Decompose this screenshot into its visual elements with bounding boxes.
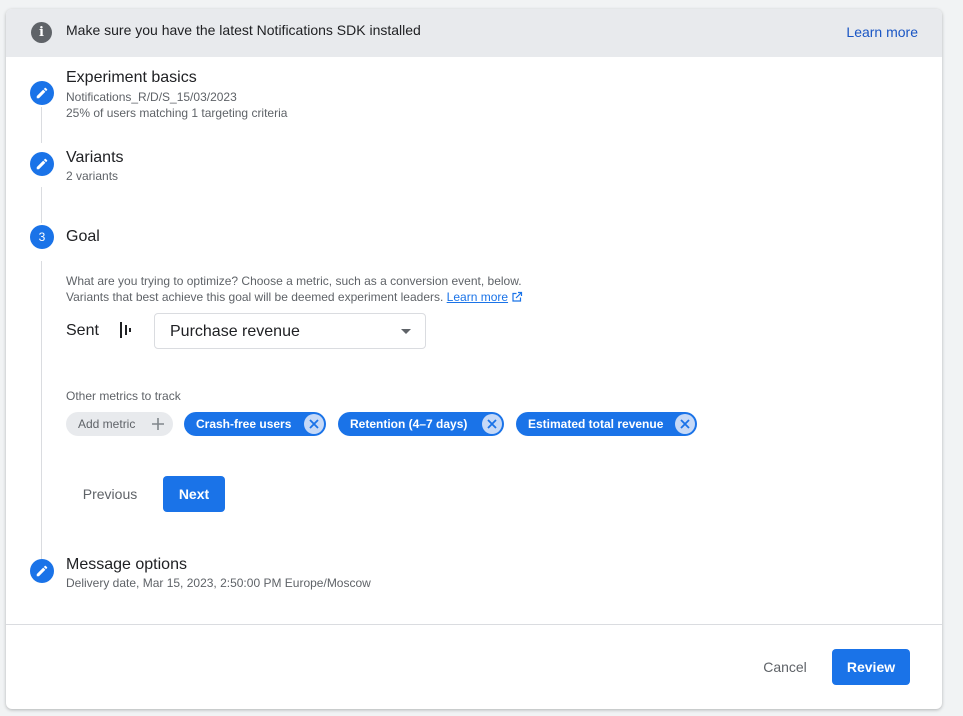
external-link-icon [512,291,523,302]
sent-event-icon [120,322,131,338]
goal-description-text: Variants that best achieve this goal wil… [66,290,444,304]
pencil-icon [36,158,48,170]
metric-chip[interactable]: Estimated total revenue [516,412,697,436]
step-subtitle: Delivery date, Mar 15, 2023, 2:50:00 PM … [66,576,371,590]
step-number-badge: 3 [30,225,54,249]
experiment-card: i Make sure you have the latest Notifica… [6,9,942,709]
info-icon: i [31,22,52,43]
step-subtitle: Notifications_R/D/S_15/03/2023 [66,90,237,104]
add-metric-button[interactable]: Add metric [66,412,173,436]
dropdown-arrow-icon [401,329,411,334]
remove-metric-button[interactable] [304,414,324,434]
other-metrics-label: Other metrics to track [66,389,181,403]
timeline-line [41,261,42,559]
goal-description-line: What are you trying to optimize? Choose … [66,274,522,288]
goal-description-line: Variants that best achieve this goal wil… [66,289,523,305]
step-title: Goal [66,228,100,245]
goal-metric-select[interactable]: Purchase revenue [154,313,426,349]
goal-learn-more-link[interactable]: Learn more [447,290,508,304]
step-edit-button[interactable] [30,81,54,105]
step-subtitle: 25% of users matching 1 targeting criter… [66,106,288,120]
metric-chip[interactable]: Crash-free users [184,412,326,436]
remove-metric-button[interactable] [675,414,695,434]
banner-learn-more-link[interactable]: Learn more [846,24,918,40]
next-button[interactable]: Next [163,476,225,512]
pencil-icon [36,87,48,99]
metric-chip[interactable]: Retention (4–7 days) [338,412,504,436]
timeline-line [41,187,42,223]
step-title: Variants [66,149,124,166]
metric-chip-label: Crash-free users [196,417,292,431]
step-title: Experiment basics [66,69,197,86]
timeline-line [41,107,42,143]
step-subtitle: 2 variants [66,169,119,183]
cancel-button[interactable]: Cancel [752,649,818,685]
step-edit-button[interactable] [30,559,54,583]
close-icon [309,419,319,429]
plus-icon [152,418,164,430]
sdk-banner: i Make sure you have the latest Notifica… [6,9,942,57]
footer-divider [6,624,942,625]
close-icon [487,419,497,429]
remove-metric-button[interactable] [482,414,502,434]
goal-metric-value: Purchase revenue [170,323,300,340]
metric-chip-label: Estimated total revenue [528,417,664,431]
previous-button[interactable]: Previous [68,476,152,512]
pencil-icon [36,565,48,577]
banner-message: Make sure you have the latest Notificati… [66,22,421,38]
metric-chip-label: Retention (4–7 days) [350,417,468,431]
step-edit-button[interactable] [30,152,54,176]
step-title: Message options [66,556,187,573]
sent-label: Sent [66,322,99,339]
goal-description: What are you trying to optimize? Choose … [66,273,523,305]
add-metric-label: Add metric [78,417,136,431]
close-icon [680,419,690,429]
review-button[interactable]: Review [832,649,910,685]
